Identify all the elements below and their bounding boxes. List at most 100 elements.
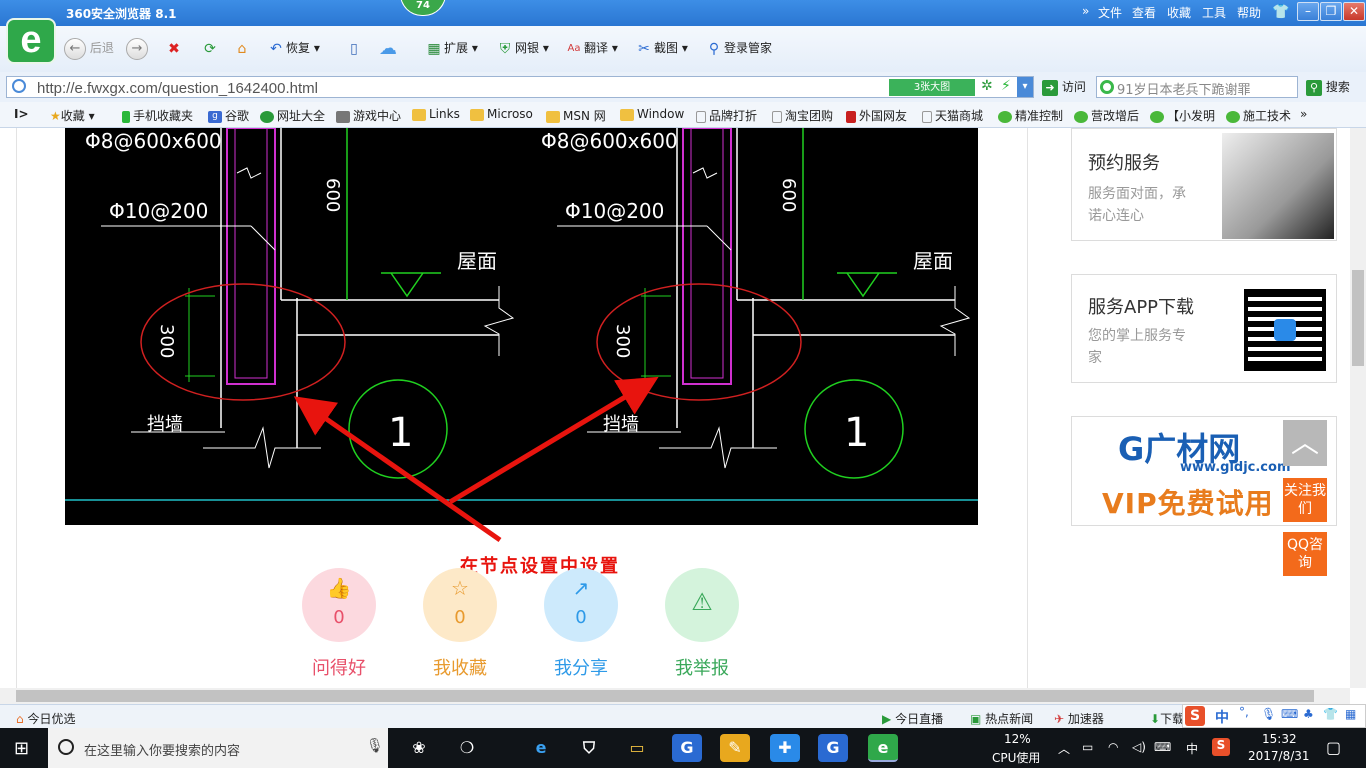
collect-label[interactable]: 我收藏 (410, 654, 510, 680)
like-label[interactable]: 问得好 (289, 654, 389, 680)
clock-time[interactable]: 15:32 (1262, 732, 1297, 746)
glodon-app2-icon[interactable]: G (818, 734, 848, 762)
security-icon[interactable]: ✲ (981, 78, 993, 94)
download-button[interactable]: ⬇下载 (1150, 710, 1184, 727)
screenshot-button[interactable]: ✂ 截图 ▾ (634, 36, 688, 60)
file-explorer-icon[interactable]: ▭ (622, 734, 652, 762)
menu-tools[interactable]: 工具 (1202, 4, 1226, 21)
taskbar-search-input[interactable]: 在这里输入你要搜索的内容 🎙 (48, 728, 388, 768)
sidebar-toggle-icon[interactable]: I> (14, 107, 29, 121)
skin-icon[interactable]: ♣ (1303, 707, 1314, 721)
bank-button[interactable]: ⛨ 网银 ▾ (495, 36, 549, 60)
keyboard-tray-icon[interactable]: ⌨ (1154, 740, 1171, 754)
vertical-scroll-thumb[interactable] (1352, 270, 1364, 366)
visit-button[interactable]: ➜ 访问 (1042, 78, 1086, 96)
search-input[interactable]: 91岁日本老兵下跪谢罪 (1096, 76, 1298, 98)
taskbar-app-icon[interactable]: ❍ (452, 734, 482, 762)
task-view-icon[interactable]: ❀ (404, 734, 434, 762)
back-button[interactable]: ← 后退 (64, 36, 114, 60)
home-button[interactable]: ⌂ (232, 36, 252, 60)
browser-taskbar-icon[interactable]: e (868, 734, 898, 762)
refresh-button[interactable]: ⟳ (200, 36, 220, 60)
fav-item-mobile[interactable]: 手机收藏夹 (122, 107, 193, 124)
fav-item-google[interactable]: g 谷歌 (208, 107, 249, 124)
shirt-icon[interactable]: 👕 (1323, 707, 1338, 721)
usb-icon[interactable]: ▭ (1082, 740, 1093, 754)
ime-mode[interactable]: 中 (1215, 707, 1229, 727)
news-button[interactable]: ▣ 热点新闻 (970, 710, 1033, 727)
horizontal-scroll-thumb[interactable] (16, 690, 1314, 702)
url-text[interactable]: http://e.fwxgx.com/question_1642400.html (37, 80, 318, 97)
fav-item-msn[interactable]: MSN 网 (546, 107, 606, 124)
minimize-button[interactable]: – (1297, 2, 1319, 21)
edge-icon[interactable]: e (526, 734, 556, 762)
share-label[interactable]: 我分享 (531, 654, 631, 680)
fav-item-links[interactable]: Links (412, 107, 460, 121)
punctuation-icon[interactable]: °, (1239, 705, 1249, 719)
phone-button[interactable]: ▯ (344, 36, 364, 60)
cloud-button[interactable]: ☁ (378, 36, 398, 60)
search-button[interactable]: ⚲ 搜索 (1306, 78, 1350, 96)
close-button[interactable]: ✕ (1343, 2, 1365, 21)
wifi-icon[interactable]: ◠ (1108, 740, 1118, 754)
windows-start-icon[interactable]: ⊞ (14, 738, 29, 759)
menu-icon[interactable]: » (1082, 4, 1089, 18)
fav-item-microsoft[interactable]: Microso (470, 107, 533, 121)
qq-consult-button[interactable]: QQ咨询 (1283, 532, 1327, 576)
fav-item-construction[interactable]: 施工技术 (1226, 107, 1291, 124)
keyboard-icon[interactable]: ⌨ (1281, 707, 1298, 721)
menu-view[interactable]: 查看 (1132, 4, 1156, 21)
mic-icon[interactable]: 🎙 (1261, 707, 1276, 721)
menu-favorites[interactable]: 收藏 (1167, 4, 1191, 21)
fav-item-tmall[interactable]: 天猫商城 (922, 107, 983, 124)
ime-toolbar[interactable]: S 中 °, 🎙 ⌨ ♣ 👕 ▦ (1182, 704, 1366, 728)
fav-item-foreign[interactable]: 外国网友 (846, 107, 907, 124)
vertical-scrollbar[interactable] (1350, 128, 1366, 688)
show-hidden-icon[interactable]: ︿ (1058, 740, 1070, 757)
grid-icon[interactable]: ▦ (1345, 707, 1356, 721)
forward-button[interactable]: → (126, 36, 148, 60)
accelerator-button[interactable]: ✈ 加速器 (1054, 710, 1104, 727)
live-button[interactable]: ▶ 今日直播 (882, 710, 943, 727)
microphone-icon[interactable]: 🎙 (366, 738, 384, 754)
today-picks[interactable]: ⌂ 今日优选 (16, 710, 75, 727)
login-manager-button[interactable]: ⚲ 登录管家 (704, 36, 772, 60)
address-bar[interactable]: http://e.fwxgx.com/question_1642400.html… (6, 76, 1034, 98)
remote-app-icon[interactable]: ✚ (770, 734, 800, 762)
big-image-button[interactable]: 3张大图 (889, 79, 975, 96)
fav-item-games[interactable]: 游戏中心 (336, 107, 401, 124)
store-icon[interactable]: ⛉ (574, 734, 604, 762)
follow-us-button[interactable]: 关注我们 (1283, 478, 1327, 522)
translate-button[interactable]: Aa 翻译 ▾ (564, 36, 618, 60)
more-favorites-icon[interactable]: » (1300, 107, 1307, 121)
menu-file[interactable]: 文件 (1098, 4, 1122, 21)
fav-item-sites[interactable]: 网址大全 (260, 107, 325, 124)
fav-item-collect[interactable]: ★收藏 ▾ (50, 107, 95, 124)
app-download-card[interactable]: 服务APP下载 您的掌上服务专 家 (1071, 274, 1337, 383)
browser-logo-icon[interactable]: e (6, 18, 56, 64)
restore-button[interactable]: ❐ (1320, 2, 1342, 21)
booking-service-card[interactable]: 预约服务 服务面对面，承 诺心连心 (1071, 128, 1337, 241)
restore-tab-button[interactable]: ↶ 恢复 ▾ (266, 36, 320, 60)
report-label[interactable]: 我举报 (652, 654, 752, 680)
fav-item-invention[interactable]: 【小发明 (1150, 107, 1215, 124)
notes-app-icon[interactable]: ✎ (720, 734, 750, 762)
menu-help[interactable]: 帮助 (1237, 4, 1261, 21)
tshirt-icon[interactable]: 👕 (1272, 4, 1289, 20)
clock-date[interactable]: 2017/8/31 (1248, 749, 1310, 763)
fav-item-brand[interactable]: 品牌打折 (696, 107, 757, 124)
notification-icon[interactable]: ▢ (1326, 738, 1341, 757)
fav-item-vat[interactable]: 营改增后 (1074, 107, 1139, 124)
back-to-top-button[interactable]: ︿ (1283, 420, 1327, 466)
fav-item-precise[interactable]: 精准控制 (998, 107, 1063, 124)
dropdown-icon[interactable]: ▾ (1017, 77, 1033, 97)
lightning-icon[interactable]: ⚡ (1001, 78, 1011, 94)
extensions-button[interactable]: ▦ 扩展 ▾ (424, 36, 477, 60)
stop-button[interactable]: ✖ (164, 36, 184, 60)
fav-item-taobao[interactable]: 淘宝团购 (772, 107, 833, 124)
sogou-tray-icon[interactable]: S (1212, 738, 1230, 756)
fav-item-windows[interactable]: Window (620, 107, 684, 121)
glodon-app-icon[interactable]: G (672, 734, 702, 762)
ime-tray[interactable]: 中 (1186, 740, 1198, 757)
volume-icon[interactable]: ◁) (1132, 740, 1146, 754)
